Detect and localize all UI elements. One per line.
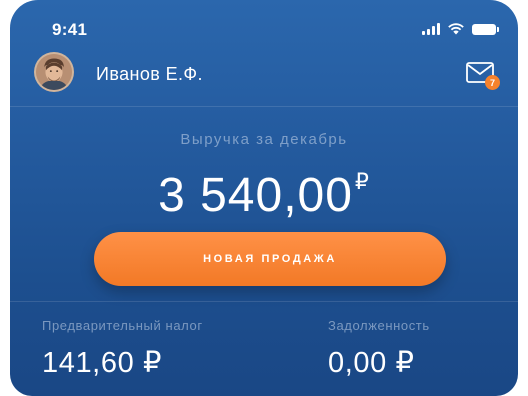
app-screen: 9:41 Иванов Е.Ф. 7 Выручка за декабрь 3 … xyxy=(10,0,518,396)
tax-stat: Предварительный налог 141,60 ₽ xyxy=(42,318,203,380)
tax-value: 141,60 ₽ xyxy=(42,347,163,379)
avatar[interactable] xyxy=(34,52,74,92)
status-bar: 9:41 xyxy=(10,0,518,44)
revenue-amount-value: 3 540,00 xyxy=(158,169,353,222)
header: Иванов Е.Ф. 7 xyxy=(10,48,518,98)
messages-button[interactable]: 7 xyxy=(466,62,500,90)
currency-symbol: ₽ xyxy=(354,169,370,194)
user-name[interactable]: Иванов Е.Ф. xyxy=(96,64,203,85)
debt-stat: Задолженность 0,00 ₽ xyxy=(328,318,430,380)
status-icons xyxy=(422,22,499,35)
divider xyxy=(10,301,518,302)
debt-label: Задолженность xyxy=(328,318,430,333)
unread-badge: 7 xyxy=(485,75,500,90)
divider xyxy=(10,106,518,107)
tax-label: Предварительный налог xyxy=(42,318,203,333)
cellular-signal-icon xyxy=(422,23,440,35)
battery-icon xyxy=(472,24,499,35)
status-time: 9:41 xyxy=(52,20,88,39)
revenue-amount: 3 540,00₽ xyxy=(10,168,518,223)
debt-value: 0,00 ₽ xyxy=(328,347,415,379)
user-avatar-image xyxy=(36,54,72,90)
new-sale-button[interactable]: НОВАЯ ПРОДАЖА xyxy=(94,232,446,286)
revenue-label: Выручка за декабрь xyxy=(180,131,348,148)
wifi-icon xyxy=(448,23,464,35)
